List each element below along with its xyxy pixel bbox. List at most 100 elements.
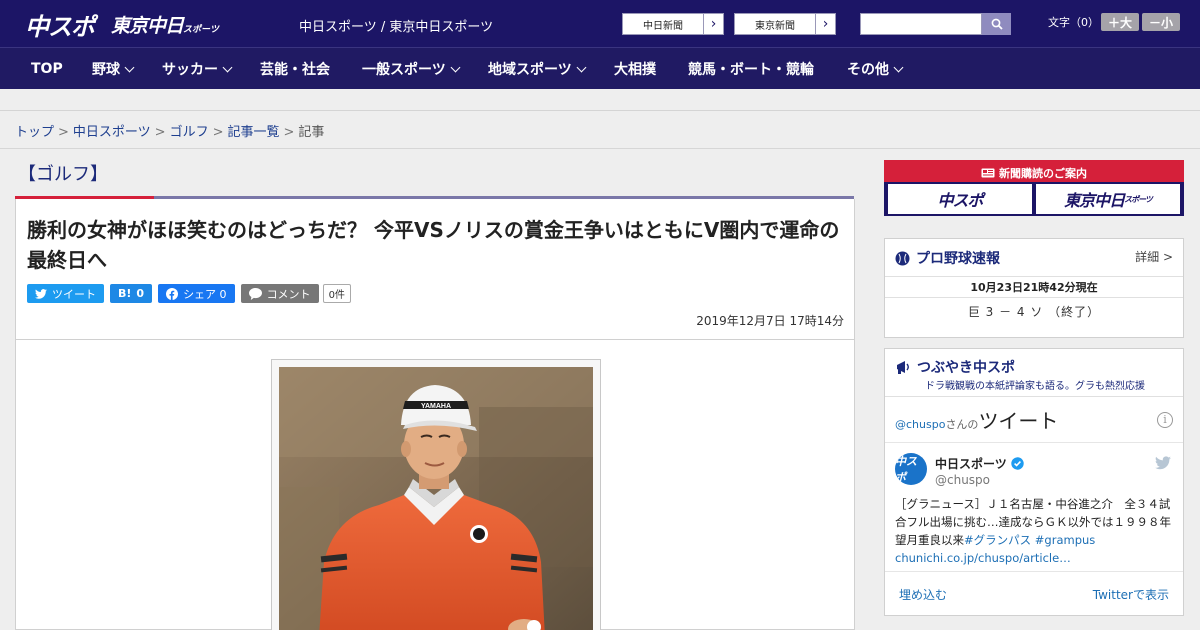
nav-soccer[interactable]: サッカー — [162, 48, 233, 90]
breadcrumb-separator: > — [212, 125, 224, 140]
breadcrumb-top[interactable]: トップ — [15, 125, 54, 140]
tokyo-chunichi-logo[interactable]: 東京中日スポーツ — [111, 11, 219, 38]
tweet-label: ツイート — [52, 287, 96, 301]
twitter-widget-header: つぶやき中スポ — [895, 357, 1015, 377]
font-size-label: 文字（0） — [1048, 16, 1099, 29]
tweet-button[interactable]: ツイート — [27, 284, 104, 303]
tokyo-logo-small: スポーツ — [183, 25, 219, 35]
nav-baseball[interactable]: 野球 — [92, 48, 135, 90]
breadcrumb: トップ > 中日スポーツ > ゴルフ > 記事一覧 > 記事 — [15, 121, 324, 140]
breadcrumb-chuspo[interactable]: 中日スポーツ — [73, 125, 151, 140]
chevron-right-icon: › — [703, 14, 723, 34]
chevron-down-icon — [450, 62, 461, 72]
article-photo[interactable]: YAMAHA — [279, 367, 593, 630]
divider — [885, 442, 1183, 443]
nav-label: 大相撲 — [614, 62, 656, 78]
search-button[interactable] — [982, 13, 1011, 35]
timeline-san: さんの — [945, 418, 979, 431]
chevron-down-icon — [124, 62, 135, 72]
tokyo-logo-text: 東京中日 — [111, 15, 184, 37]
article-body: YAMAHA — [15, 340, 855, 630]
baseball-icon — [895, 251, 910, 265]
nav-regional-sports[interactable]: 地域スポーツ — [488, 48, 587, 90]
embed-link[interactable]: 埋め込む — [899, 586, 947, 603]
subscription-heading: 新聞購読のご案内 — [884, 163, 1184, 182]
comment-button[interactable]: コメント — [240, 284, 319, 303]
tokyo-shimbun-link[interactable]: 東京新聞 › — [734, 13, 836, 35]
timeline-user[interactable]: @chuspo — [895, 418, 945, 431]
golfer-photo: YAMAHA — [279, 367, 593, 630]
article-header: 勝利の女神がほほ笑むのはどっちだ？ 今平VSノリスの賞金王争いはともにV圏内で運… — [15, 199, 855, 340]
comment-count[interactable]: 0件 — [322, 284, 351, 303]
nav-label: TOP — [31, 61, 63, 77]
photo-frame: YAMAHA — [271, 359, 601, 630]
sub-bar — [0, 89, 1200, 111]
sub-logo-small: スポーツ — [1124, 194, 1153, 204]
divider — [0, 148, 1200, 149]
link-label: 中日新聞 — [643, 20, 683, 32]
view-on-twitter-link[interactable]: Twitterで表示 — [1093, 586, 1169, 603]
chevron-down-icon — [893, 62, 904, 72]
baseball-widget-title: プロ野球速報 — [916, 251, 1000, 267]
subscribe-chuspo-logo[interactable]: 中スポ — [888, 184, 1032, 214]
hatena-bookmark-button[interactable]: B! 0 — [110, 284, 153, 303]
verified-badge-icon — [1011, 457, 1024, 470]
chuspo-logo[interactable]: 中スポ — [25, 7, 95, 42]
twitter-widget-subtitle: ドラ戦観戦の本紙評論家も語る。グラも熱烈応援 — [925, 381, 1145, 392]
nav-label: 一般スポーツ — [362, 62, 446, 78]
baseball-update-time: 10月23日21時42分現在 — [885, 276, 1183, 298]
nav-keiba[interactable]: 競馬・ボート・競輪 — [688, 48, 814, 90]
search-input[interactable] — [860, 13, 982, 35]
subscription-banner[interactable]: 新聞購読のご案内 中スポ 東京中日 スポーツ — [884, 160, 1184, 216]
twitter-bird-icon[interactable] — [1155, 455, 1171, 474]
sub-logo-text: 東京中日 — [1064, 191, 1125, 210]
info-icon[interactable]: i — [1157, 412, 1173, 428]
chevron-down-icon — [576, 62, 587, 72]
chevron-down-icon — [222, 62, 233, 72]
baseball-detail-link[interactable]: 詳細 > — [1135, 248, 1173, 265]
baseball-widget: プロ野球速報 詳細 > 10月23日21時42分現在 巨 3 － 4 ソ （終了… — [884, 238, 1184, 338]
breadcrumb-separator: > — [283, 125, 295, 140]
nav-general-sports[interactable]: 一般スポーツ — [362, 48, 461, 90]
baseball-widget-header: プロ野球速報 — [895, 248, 1000, 268]
comment-label: コメント — [266, 287, 311, 301]
nav-label: 野球 — [92, 62, 120, 78]
breadcrumb-separator: > — [58, 125, 69, 140]
twitter-bird-icon — [35, 288, 47, 299]
nav-label: 競馬・ボート・競輪 — [688, 62, 814, 78]
nav-other[interactable]: その他 — [847, 48, 904, 90]
font-larger-button[interactable]: ＋大 — [1101, 13, 1139, 31]
main-nav: TOP 野球 サッカー 芸能・社会 一般スポーツ 地域スポーツ 大相撲 競馬・ボ… — [0, 47, 1200, 89]
publish-date: 2019年12月7日 17時14分 — [696, 314, 844, 328]
baseball-score[interactable]: 巨 3 － 4 ソ （終了） — [885, 303, 1183, 320]
twitter-widget: つぶやき中スポ ドラ戦観戦の本紙評論家も語る。グラも熱烈応援 @chuspoさん… — [884, 348, 1184, 616]
breadcrumb-current: 記事 — [298, 125, 325, 140]
article-headline: 勝利の女神がほほ笑むのはどっちだ？ 今平VSノリスの賞金王争いはともにV圏内で運… — [27, 218, 840, 272]
tweet-hashtags[interactable]: #グランパス #grampus — [964, 533, 1095, 547]
facebook-share-button[interactable]: シェア 0 — [158, 284, 235, 303]
breadcrumb-golf[interactable]: ゴルフ — [170, 125, 209, 140]
chunichi-shimbun-link[interactable]: 中日新聞 › — [622, 13, 724, 35]
search-icon — [991, 18, 1003, 30]
breadcrumb-article-list[interactable]: 記事一覧 — [228, 125, 280, 140]
nav-sumo[interactable]: 大相撲 — [614, 48, 656, 90]
subscription-heading-text: 新聞購読のご案内 — [999, 166, 1087, 180]
comment-bubble-icon — [248, 287, 262, 300]
nav-entertainment[interactable]: 芸能・社会 — [260, 48, 330, 90]
tweet-author[interactable]: 中日スポーツ — [935, 455, 1024, 472]
nav-top[interactable]: TOP — [31, 48, 63, 90]
megaphone-icon — [897, 361, 909, 374]
tweet-text: ［グラニュース］Ｊ１名古屋・中谷進之介 全３４試合フル出場に挑む…達成ならＧＫ以… — [895, 495, 1175, 567]
nav-label: 地域スポーツ — [488, 62, 572, 78]
top-header: 中スポ 東京中日スポーツ 中日スポーツ / 東京中日スポーツ 中日新聞 › 東京… — [0, 0, 1200, 47]
font-smaller-button[interactable]: －小 — [1142, 13, 1180, 31]
timeline-footer: 埋め込む Twitterで表示 — [885, 571, 1183, 604]
twitter-timeline: @chuspoさんのツイート i 中スポ 中日スポーツ @chuspo ［グラニ… — [885, 396, 1183, 603]
hatena-count: 0 — [136, 287, 145, 300]
avatar[interactable]: 中スポ — [895, 453, 927, 485]
tweet-link[interactable]: chunichi.co.jp/chuspo/article… — [895, 551, 1071, 565]
breadcrumb-separator: > — [154, 125, 166, 140]
link-label: 東京新聞 — [755, 20, 795, 32]
tweet-handle[interactable]: @chuspo — [935, 473, 990, 487]
subscribe-tokyo-logo[interactable]: 東京中日 スポーツ — [1036, 184, 1180, 214]
